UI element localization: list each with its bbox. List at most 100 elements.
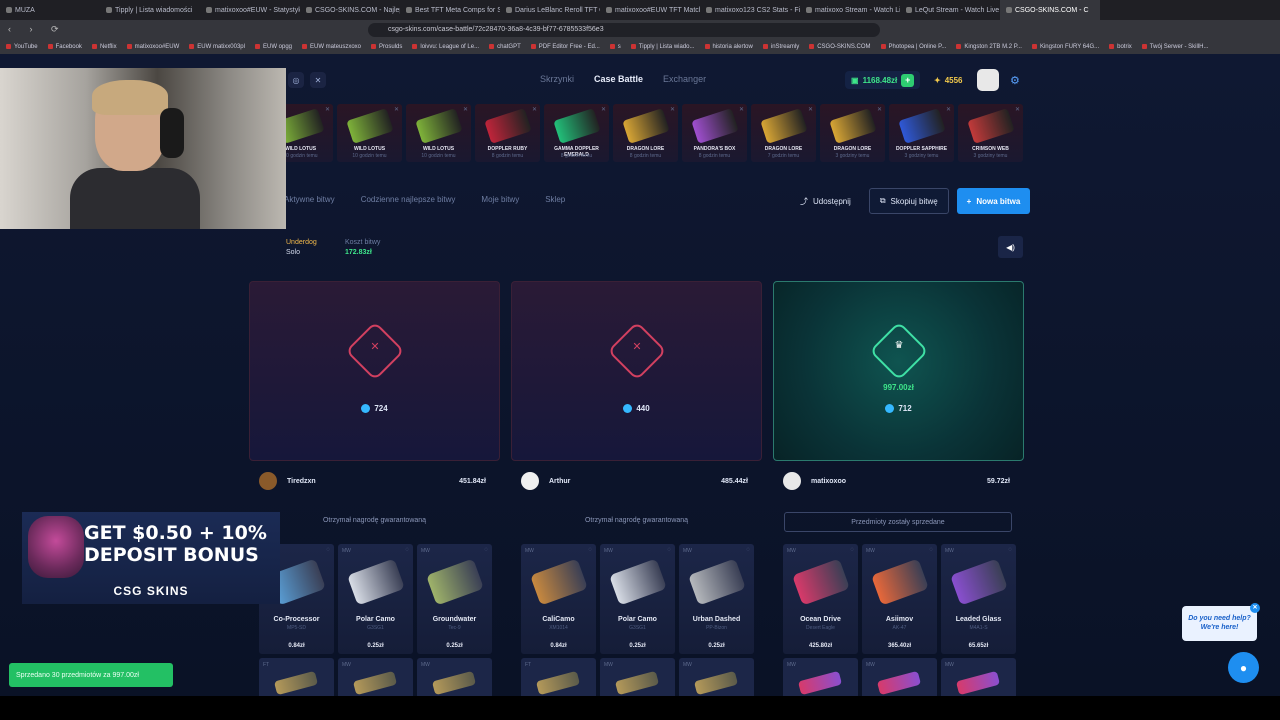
tab-my-battles[interactable]: Moje bitwy	[481, 195, 519, 204]
live-drop-card[interactable]: ✕ DOPPLER SAPPHIRE 3 godziny temu	[889, 104, 954, 162]
sound-icon[interactable]: ◀)	[998, 236, 1023, 258]
item-card[interactable]: MW	[338, 658, 413, 696]
check-icon[interactable]: ◌	[929, 547, 933, 553]
gear-icon[interactable]: ⚙	[1010, 74, 1020, 87]
browser-tab[interactable]: Best TFT Meta Comps for Set	[400, 0, 500, 20]
coins-pill[interactable]: ✦ 4556	[930, 71, 967, 89]
tab-daily-best-battles[interactable]: Codzienne najlepsze bitwy	[361, 195, 456, 204]
item-card[interactable]: MW	[600, 658, 675, 696]
bookmark-item[interactable]: Twój Serwer - SkillH...	[1142, 44, 1209, 50]
balance-pill[interactable]: ▣ 1168.48zł +	[845, 71, 921, 89]
live-drop-card[interactable]: ✕ DRAGON LORE 3 godziny temu	[820, 104, 885, 162]
bookmark-item[interactable]: s	[610, 44, 621, 50]
promo-banner[interactable]: GET $0.50 + 10% DEPOSIT BONUS CSG SKINS	[22, 512, 280, 604]
check-icon[interactable]: ◌	[405, 547, 409, 553]
item-card[interactable]: MW ◌ CaliCamo XM1014 0.84zł	[521, 544, 596, 654]
url-field[interactable]: csgo-skins.com/case-battle/72c28470-36a8…	[368, 23, 880, 37]
nav-cases[interactable]: Skrzynki	[540, 74, 574, 84]
check-icon[interactable]: ◌	[1008, 547, 1012, 553]
bookmark-item[interactable]: inStreamly	[763, 44, 799, 50]
player-name[interactable]: Arthur	[549, 478, 721, 485]
item-card[interactable]: MW ◌ Urban Dashed PP-Bizon 0.25zł	[679, 544, 754, 654]
live-drop-card[interactable]: ✕ DOPPLER RUBY 8 godzin temu	[475, 104, 540, 162]
check-icon[interactable]: ◌	[746, 547, 750, 553]
item-card[interactable]: MW ◌ Polar Camo G3SG1 0.25zł	[600, 544, 675, 654]
item-condition: MW	[342, 662, 351, 668]
copy-battle-button[interactable]: ⧉ Skopiuj bitwę	[868, 188, 949, 214]
avatar[interactable]	[521, 472, 539, 490]
bookmark-item[interactable]: PDF Editor Free - Ed...	[531, 44, 600, 50]
nav-exchanger[interactable]: Exchanger	[663, 74, 706, 84]
browser-tab[interactable]: matixoxo Stream - Watch Li	[800, 0, 900, 20]
avatar[interactable]	[783, 472, 801, 490]
bookmark-item[interactable]: EUW opgg	[255, 44, 292, 50]
browser-tab[interactable]: Tipply | Lista wiadomości	[100, 0, 200, 20]
bookmark-item[interactable]: Prosulds	[371, 44, 402, 50]
tab-shop[interactable]: Sklep	[545, 195, 565, 204]
bookmark-item[interactable]: matixoxoo#EUW	[127, 44, 180, 50]
share-button[interactable]: ⤴ Udostępnij	[790, 188, 861, 214]
help-bubble[interactable]: Do you need help? We're here! ✕	[1182, 603, 1260, 641]
browser-tab[interactable]: matixoxoo#EUW - Statystyki	[200, 0, 300, 20]
browser-tab[interactable]: Darius LeBlanc Reroll TFT Co	[500, 0, 600, 20]
bookmark-item[interactable]: Photopea | Online P...	[881, 44, 947, 50]
browser-tab[interactable]: CSGO-SKINS.COM - C	[1000, 0, 1100, 20]
item-card[interactable]: MW ◌ Leaded Glass M4A1-S 65.65zł	[941, 544, 1016, 654]
bookmark-item[interactable]: YouTube	[6, 44, 38, 50]
item-card[interactable]: MW	[679, 658, 754, 696]
live-drop-card[interactable]: ✕ WILD LOTUS 10 godzin temu	[337, 104, 402, 162]
player-name[interactable]: Tiredzxn	[287, 478, 459, 485]
browser-tab[interactable]: LeQut Stream - Watch Live o	[900, 0, 1000, 20]
bookmark-item[interactable]: Netflix	[92, 44, 117, 50]
check-icon[interactable]: ◌	[667, 547, 671, 553]
live-drop-card[interactable]: ✕ GAMMA DOPPLER EMERALD 8 godzin temu	[544, 104, 609, 162]
bookmark-item[interactable]: Kingston 2TB M.2 P...	[956, 44, 1022, 50]
browser-tab[interactable]: matixoxoo#EUW TFT Match	[600, 0, 700, 20]
bookmark-item[interactable]: Kingston FURY 64G...	[1032, 44, 1099, 50]
live-drop-card[interactable]: ✕ DRAGON LORE 7 godzin temu	[751, 104, 816, 162]
item-card[interactable]: MW	[417, 658, 492, 696]
item-card[interactable]: MW ◌ Ocean Drive Desert Eagle 425.80zł	[783, 544, 858, 654]
live-drop-card[interactable]: ✕ DRAGON LORE 8 godzin temu	[613, 104, 678, 162]
live-drop-card[interactable]: ✕ WILD LOTUS 10 godzin temu	[406, 104, 471, 162]
item-card[interactable]: MW ◌ Polar Camo G3SG1 0.25zł	[338, 544, 413, 654]
bookmark-item[interactable]: Facebook	[48, 44, 82, 50]
item-card[interactable]: FT	[521, 658, 596, 696]
item-card[interactable]: MW	[862, 658, 937, 696]
bookmark-item[interactable]: Tipply | Lista wiado...	[631, 44, 695, 50]
nav-case-battle[interactable]: Case Battle	[594, 74, 643, 84]
instagram-icon[interactable]: ◎	[288, 72, 304, 88]
player-name[interactable]: matixoxoo	[811, 478, 987, 485]
item-card[interactable]: MW	[941, 658, 1016, 696]
bookmark-item[interactable]: chatGPT	[489, 44, 521, 50]
chat-icon[interactable]: ●	[1228, 652, 1259, 683]
deposit-plus-icon[interactable]: +	[901, 73, 915, 87]
bookmark-item[interactable]: EUW matixx003pl	[189, 44, 245, 50]
tab-active-battles[interactable]: Aktywne bitwy	[284, 195, 335, 204]
avatar[interactable]	[259, 472, 277, 490]
user-avatar[interactable]	[977, 69, 999, 91]
item-card[interactable]: MW	[783, 658, 858, 696]
browser-tab[interactable]: matixoxo123 CS2 Stats - Fi	[700, 0, 800, 20]
browser-tab[interactable]: MUZA	[0, 0, 100, 20]
bookmark-item[interactable]: botrix	[1109, 44, 1132, 50]
bookmark-item[interactable]: historia alertow	[705, 44, 753, 50]
check-icon[interactable]: ◌	[850, 547, 854, 553]
browser-nav-icons[interactable]: ‹ › ⟳	[8, 24, 67, 35]
live-drop-card[interactable]: ✕ PANDORA'S BOX 8 godzin temu	[682, 104, 747, 162]
bookmark-item[interactable]: CSGO-SKINS.COM	[809, 44, 870, 50]
close-icon[interactable]: ✕	[1250, 603, 1260, 613]
item-card[interactable]: FT	[259, 658, 334, 696]
bookmark-item[interactable]: loivvu: League of Le...	[412, 44, 479, 50]
browser-tab[interactable]: CSGO-SKINS.COM - Najlepsz	[300, 0, 400, 20]
new-battle-button[interactable]: + Nowa bitwa	[956, 188, 1031, 214]
check-icon[interactable]: ◌	[484, 547, 488, 553]
check-icon[interactable]: ◌	[588, 547, 592, 553]
x-icon[interactable]: ✕	[310, 72, 326, 88]
browser-tab-label: MUZA	[15, 6, 35, 14]
check-icon[interactable]: ◌	[326, 547, 330, 553]
item-card[interactable]: MW ◌ Groundwater Tec-9 0.25zł	[417, 544, 492, 654]
item-card[interactable]: MW ◌ Asiimov AK-47 365.40zł	[862, 544, 937, 654]
bookmark-item[interactable]: EUW mateuszxoxo	[302, 44, 361, 50]
live-drop-card[interactable]: ✕ CRIMSON WEB 3 godziny temu	[958, 104, 1023, 162]
